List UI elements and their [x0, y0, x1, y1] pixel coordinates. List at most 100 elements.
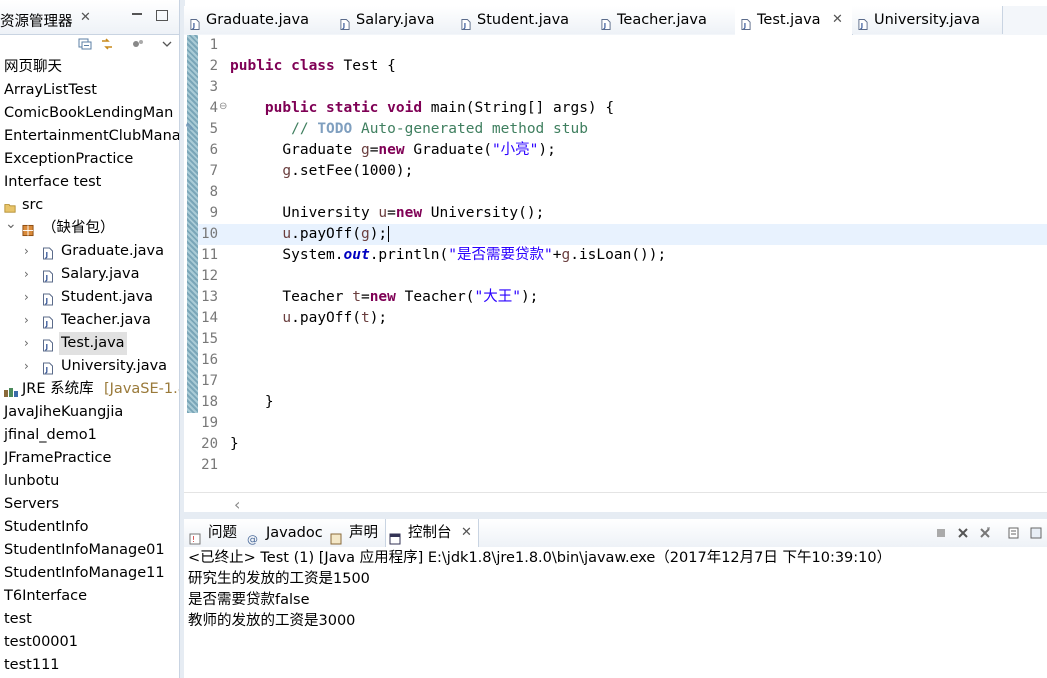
code-line[interactable]: 2 public class Test { — [198, 56, 1047, 77]
chevron-right-icon[interactable]: › — [24, 263, 29, 286]
code-line[interactable]: 15 — [198, 329, 1047, 350]
remove-launch-icon[interactable] — [956, 526, 970, 540]
tree-item[interactable]: test00001 — [0, 631, 179, 654]
console-tab-bar: ! 问题 @ Javadoc 声明 控制台 ✕ — [184, 519, 1047, 548]
editor-tab[interactable]: J Salary.java — [334, 6, 456, 34]
console-output[interactable]: <已终止> Test (1) [Java 应用程序] E:\jdk1.8\jre… — [184, 547, 1047, 678]
chevron-right-icon[interactable]: › — [24, 332, 29, 355]
editor-tab[interactable]: J University.java — [852, 6, 1003, 34]
code-line[interactable]: 16 — [198, 350, 1047, 371]
line-number: 15 — [201, 331, 218, 347]
tree-item[interactable]: ArrayListTest — [0, 79, 179, 102]
tree-item[interactable]: StudentInfoManage11 — [0, 562, 179, 585]
code-line[interactable]: 14 u.payOff(t); — [198, 308, 1047, 329]
editor-tab-label: Test.java — [757, 12, 821, 28]
tree-item[interactable]: ⌄ （缺省包） — [0, 216, 179, 240]
fold-icon[interactable]: ⊖ — [219, 101, 227, 112]
tree-item[interactable]: Interface test — [0, 171, 179, 194]
code-line[interactable]: 9 University u=new University(); — [198, 203, 1047, 224]
folder-icon — [4, 199, 16, 213]
console-tab[interactable]: 控制台 ✕ — [385, 519, 479, 547]
code-line[interactable]: 10 u.payOff(g);​ — [198, 224, 1047, 245]
collapse-all-icon[interactable] — [78, 38, 92, 50]
explorer-title[interactable]: 资源管理器 — [0, 10, 73, 31]
tree-item[interactable]: T6Interface — [0, 585, 179, 608]
tree-item-label: EntertainmentClubMana — [4, 128, 179, 144]
code-line[interactable]: 3 — [198, 77, 1047, 98]
console-output-line: 是否需要贷款false — [188, 592, 310, 608]
close-icon[interactable]: ✕ — [832, 6, 843, 34]
tree-item[interactable]: src — [0, 194, 179, 217]
tree-item[interactable]: › J Teacher.java — [0, 309, 179, 332]
code-line[interactable]: 11 System.out.println("是否需要贷款"+g.isLoan(… — [198, 245, 1047, 266]
minimize-icon[interactable] — [132, 4, 142, 16]
tree-item[interactable]: lunbotu — [0, 470, 179, 493]
console-status: <已终止> Test (1) [Java 应用程序] E:\jdk1.8\jre… — [188, 550, 892, 566]
code-line[interactable]: 19 — [198, 413, 1047, 434]
link-with-editor-icon[interactable] — [100, 38, 114, 50]
clear-console-icon[interactable] — [1007, 526, 1021, 540]
svg-text:J: J — [45, 297, 49, 305]
quick-fix-icon[interactable]: ✎ — [185, 121, 194, 134]
tree-item-label: Teacher.java — [61, 312, 151, 328]
tree-item[interactable]: › J University.java — [0, 355, 179, 378]
tree-item[interactable]: test111 — [0, 654, 179, 677]
code-line[interactable]: 7 g.setFee(1000); — [198, 161, 1047, 182]
code-line[interactable]: 4 public static void main(String[] args)… — [198, 98, 1047, 119]
tree-item-label: test111 — [4, 657, 60, 673]
code-line[interactable]: 13 Teacher t=new Teacher("大王"); — [198, 287, 1047, 308]
horizontal-splitter[interactable] — [184, 512, 1047, 519]
code-line[interactable]: 21 — [198, 455, 1047, 476]
declaration-icon — [330, 527, 342, 545]
view-menu-icon[interactable] — [160, 38, 174, 50]
tree-item[interactable]: 网页聊天 — [0, 56, 179, 79]
code-line[interactable]: 17 — [198, 371, 1047, 392]
line-number: 6 — [209, 142, 218, 158]
tree-item[interactable]: ExceptionPractice — [0, 148, 179, 171]
remove-all-icon[interactable] — [978, 526, 992, 540]
editor-tab[interactable]: J Teacher.java — [595, 6, 736, 34]
code-editor[interactable]: ✎ 1 2 public class Test {3 4 public static … — [184, 35, 1047, 520]
chevron-right-icon[interactable]: › — [24, 286, 29, 309]
maximize-icon[interactable] — [156, 10, 168, 21]
tree-item[interactable]: Servers — [0, 493, 179, 516]
code-line[interactable]: 5 // TODO Auto-generated method stub — [198, 119, 1047, 140]
tree-item[interactable]: › J Test.java — [0, 332, 179, 355]
console-tab[interactable]: @ Javadoc — [244, 519, 327, 547]
java-file-icon: J — [741, 13, 751, 30]
editor-tab[interactable]: J Graduate.java — [184, 6, 335, 34]
tree-item[interactable]: › J Graduate.java — [0, 240, 179, 263]
console-tab[interactable]: ! 问题 — [186, 519, 244, 547]
code-line[interactable]: 18 } — [198, 392, 1047, 413]
line-number: 1 — [209, 37, 218, 53]
tree-item[interactable]: JavaJiheKuangjia — [0, 401, 179, 424]
close-icon[interactable]: ✕ — [80, 10, 91, 25]
tree-item[interactable]: StudentInfo — [0, 516, 179, 539]
terminate-icon[interactable] — [934, 526, 948, 540]
console-tab[interactable]: 声明 — [327, 519, 385, 547]
tree-item[interactable]: test — [0, 608, 179, 631]
code-line[interactable]: 12 — [198, 266, 1047, 287]
tree-item-label: jfinal_demo1 — [4, 427, 97, 443]
scroll-lock-icon[interactable] — [1029, 526, 1043, 540]
tree-item[interactable]: ComicBookLendingMan — [0, 102, 179, 125]
tree-item[interactable]: EntertainmentClubMana — [0, 125, 179, 148]
chevron-down-icon[interactable]: ⌄ — [5, 213, 17, 236]
tree-item[interactable]: StudentInfoManage01 — [0, 539, 179, 562]
tree-item[interactable]: jfinal_demo1 — [0, 424, 179, 447]
tree-item[interactable]: › J Student.java — [0, 286, 179, 309]
close-icon[interactable]: ✕ — [461, 519, 472, 547]
chevron-right-icon[interactable]: › — [24, 240, 29, 263]
code-line[interactable]: 8 — [198, 182, 1047, 203]
tree-item[interactable]: JRE 系统库 [JavaSE-1.8 — [0, 378, 179, 401]
code-line[interactable]: 1 — [198, 35, 1047, 56]
chevron-right-icon[interactable]: › — [24, 309, 29, 332]
code-line[interactable]: 20} — [198, 434, 1047, 455]
chevron-right-icon[interactable]: › — [24, 355, 29, 378]
focus-icon[interactable] — [131, 38, 145, 50]
editor-tab[interactable]: J Test.java ✕ — [735, 6, 853, 35]
tree-item[interactable]: › J Salary.java — [0, 263, 179, 286]
tree-item[interactable]: JFramePractice — [0, 447, 179, 470]
editor-tab[interactable]: J Student.java — [455, 6, 596, 34]
code-line[interactable]: 6 Graduate g=new Graduate("小亮"); — [198, 140, 1047, 161]
